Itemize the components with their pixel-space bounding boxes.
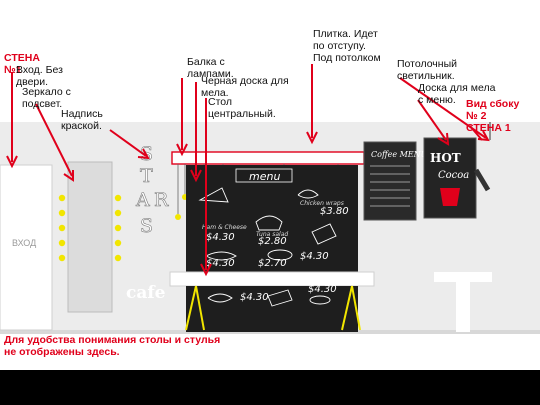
footer-note: Для удобства понимания столы и стулья не… — [4, 334, 221, 358]
letter-r: R — [154, 189, 169, 211]
caption-3: Chicken wraps — [300, 200, 344, 207]
central-table — [169, 271, 375, 287]
label-tiles: Плитка. Идет по отступу. Под потолком — [313, 28, 381, 64]
label-painted-sign: Надпись краской. — [61, 108, 103, 132]
coffee-poster-title: Coffee MENU — [371, 150, 428, 159]
label-side-view: Вид сбоку № 2 — [466, 98, 520, 122]
wall-elevation-drawing: ВХОД S T A R S cafe menu $4.30 $2.80 $3.… — [0, 64, 540, 334]
label-table: Стол центральный. — [208, 96, 276, 120]
hot-cocoa-subtitle: Cocoa — [438, 170, 469, 181]
diagram-canvas: ВХОД S T A R S cafe menu $4.30 $2.80 $3.… — [0, 0, 540, 370]
menu-title: menu — [249, 170, 280, 183]
mirror — [67, 161, 113, 313]
caption-2: Tuna salad — [256, 231, 288, 238]
hot-cocoa-title: HOT — [430, 151, 461, 165]
caption-1: Ham & Cheese — [202, 224, 247, 231]
hot-cocoa-cup — [440, 188, 460, 206]
label-entrance: Вход. Без двери. — [16, 64, 63, 88]
price-6: $4.30 — [300, 251, 329, 262]
side-table-leg — [456, 282, 470, 332]
letter-s2: S — [140, 215, 153, 237]
cafe-text: cafe — [126, 283, 166, 303]
price-3: $3.80 — [320, 206, 349, 217]
table-price-1: $4.30 — [240, 292, 269, 303]
label-wall2: СТЕНА 1 — [466, 122, 511, 134]
label-ceiling-light: Потолочный светильник. — [397, 58, 457, 82]
entrance-door-text: ВХОД — [12, 238, 36, 248]
diagram-stage: ВХОД S T A R S cafe menu $4.30 $2.80 $3.… — [0, 0, 540, 405]
label-mirror: Зеркало с подсвет. — [22, 86, 71, 110]
table-price-2: $4.30 — [308, 284, 337, 295]
lamp-beam — [171, 151, 365, 165]
side-table-top — [434, 272, 492, 282]
price-5: $2.70 — [258, 258, 287, 269]
price-1: $4.30 — [206, 232, 235, 243]
letter-t: T — [140, 165, 153, 187]
letter-a: A — [135, 189, 150, 211]
